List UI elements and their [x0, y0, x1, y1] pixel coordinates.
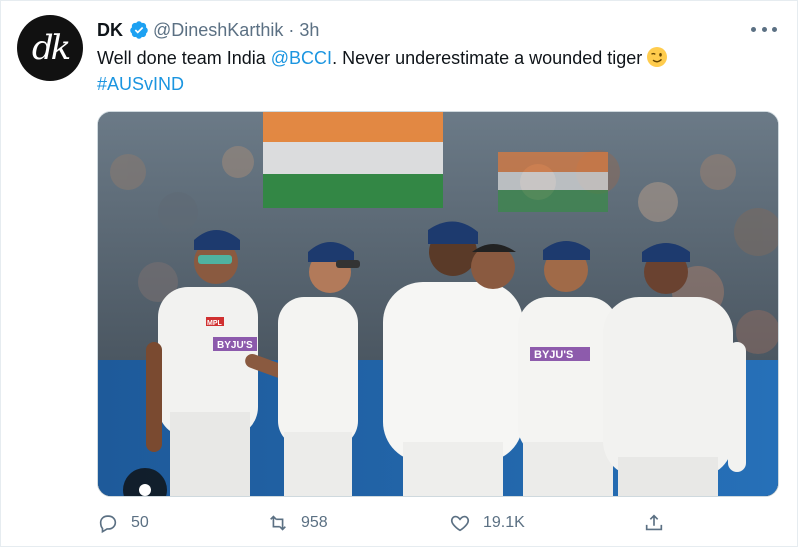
tweet-card[interactable]: dk DK @DineshKarthik · 3h Well done team…: [0, 0, 798, 547]
share-button[interactable]: [643, 512, 677, 534]
separator-dot: ·: [288, 19, 295, 40]
svg-text:MPL: MPL: [207, 320, 223, 327]
retweet-count: 958: [301, 514, 328, 531]
user-handle[interactable]: @DineshKarthik: [153, 20, 283, 41]
tweet-text: Well done team India @BCCI. Never undere…: [97, 45, 777, 97]
timestamp[interactable]: 3h: [299, 20, 319, 41]
reply-icon: [99, 515, 117, 534]
like-button[interactable]: 19.1K: [449, 512, 525, 534]
mention-link[interactable]: @BCCI: [271, 48, 332, 68]
like-count: 19.1K: [483, 514, 525, 531]
tweet-text-part: . Never underestimate a wounded tiger: [332, 48, 643, 68]
reply-button[interactable]: 50: [97, 512, 149, 534]
avatar[interactable]: dk: [17, 15, 83, 81]
retweet-button[interactable]: 958: [267, 512, 328, 534]
display-name[interactable]: DK: [97, 20, 123, 41]
tweet-actions: 50 958 19.1K: [97, 507, 697, 539]
reply-count: 50: [131, 514, 149, 531]
hashtag-link[interactable]: #AUSvIND: [97, 74, 184, 94]
svg-text:BYJU'S: BYJU'S: [217, 340, 253, 351]
share-icon: [645, 514, 663, 531]
tweet-header: DK @DineshKarthik · 3h: [97, 18, 319, 42]
photo-players-celebrating: BYJU'S MPL BYJU'S: [98, 112, 778, 496]
winking-face-emoji-icon: [646, 46, 668, 68]
retweet-icon: [270, 515, 286, 531]
verified-badge-icon: [129, 20, 149, 40]
avatar-logo-text: dk: [31, 28, 71, 68]
svg-text:BYJU'S: BYJU'S: [534, 349, 573, 361]
tweet-text-part: Well done team India: [97, 48, 271, 68]
heart-icon: [450, 515, 470, 532]
more-options-icon[interactable]: [751, 19, 777, 39]
tweet-photo[interactable]: BYJU'S MPL BYJU'S: [97, 111, 779, 497]
